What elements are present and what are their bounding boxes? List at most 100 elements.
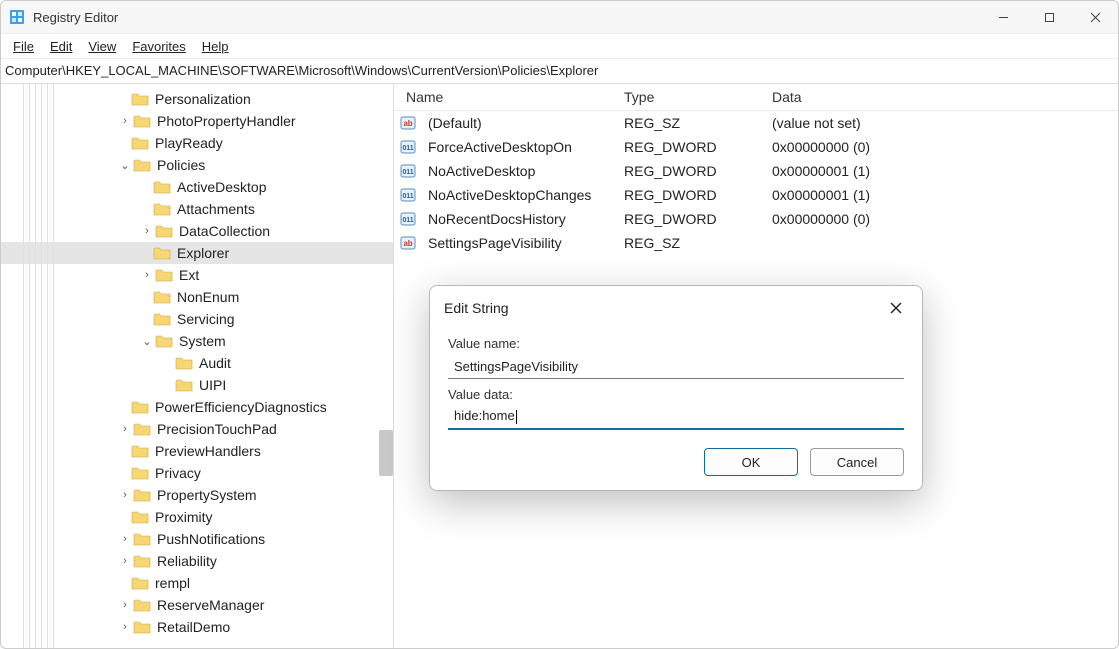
tree-item[interactable]: ⌄System: [1, 330, 393, 352]
text-caret: [516, 410, 517, 424]
value-row[interactable]: ab(Default)REG_SZ(value not set): [394, 111, 1118, 135]
column-header-type[interactable]: Type: [618, 89, 766, 105]
tree-item-label: Ext: [179, 267, 199, 283]
dialog-close-button[interactable]: [884, 296, 908, 320]
tree-item[interactable]: Privacy: [1, 462, 393, 484]
tree-item[interactable]: Audit: [1, 352, 393, 374]
registry-tree: Personalization›PhotoPropertyHandler Play…: [1, 84, 393, 648]
value-row[interactable]: 011NoRecentDocsHistoryREG_DWORD0x0000000…: [394, 207, 1118, 231]
tree-item[interactable]: Servicing: [1, 308, 393, 330]
ok-button[interactable]: OK: [704, 448, 798, 476]
tree-item[interactable]: ›ReserveManager: [1, 594, 393, 616]
tree-item[interactable]: Proximity: [1, 506, 393, 528]
tree-indent-line: [29, 84, 30, 648]
menu-file-label: File: [13, 39, 34, 54]
chevron-right-icon[interactable]: ›: [139, 267, 155, 283]
tree-item[interactable]: UIPI: [1, 374, 393, 396]
maximize-button[interactable]: [1026, 1, 1072, 33]
menu-help-label: Help: [202, 39, 229, 54]
value-name: SettingsPageVisibility: [422, 235, 618, 251]
menu-view-label: View: [88, 39, 116, 54]
tree-indent-line: [47, 84, 48, 648]
tree-item-label: ActiveDesktop: [177, 179, 266, 195]
tree-item[interactable]: Attachments: [1, 198, 393, 220]
chevron-right-icon[interactable]: ›: [117, 619, 133, 635]
tree-item[interactable]: NonEnum: [1, 286, 393, 308]
tree-pane[interactable]: Personalization›PhotoPropertyHandler Play…: [1, 84, 394, 648]
tree-item-label: DataCollection: [179, 223, 270, 239]
menu-favorites[interactable]: Favorites: [124, 37, 193, 56]
minimize-button[interactable]: [980, 1, 1026, 33]
tree-scrollbar-thumb[interactable]: [379, 430, 393, 476]
value-data: 0x00000000 (0): [766, 211, 1118, 227]
value-name-field[interactable]: [448, 355, 904, 379]
folder-icon: [153, 290, 171, 304]
tree-item-label: Attachments: [177, 201, 255, 217]
chevron-right-icon[interactable]: ›: [117, 421, 133, 437]
chevron-right-icon[interactable]: ›: [117, 113, 133, 129]
value-row[interactable]: 011ForceActiveDesktopOnREG_DWORD0x000000…: [394, 135, 1118, 159]
tree-item[interactable]: PowerEfficiencyDiagnostics: [1, 396, 393, 418]
chevron-right-icon[interactable]: ›: [117, 487, 133, 503]
chevron-right-icon[interactable]: ›: [117, 553, 133, 569]
tree-item[interactable]: ›RetailDemo: [1, 616, 393, 638]
address-bar[interactable]: Computer\HKEY_LOCAL_MACHINE\SOFTWARE\Mic…: [1, 58, 1118, 84]
chevron-right-icon[interactable]: ›: [117, 597, 133, 613]
value-type: REG_SZ: [618, 235, 766, 251]
chevron-right-icon[interactable]: ›: [117, 531, 133, 547]
folder-icon: [155, 224, 173, 238]
tree-indent-line: [41, 84, 42, 648]
column-header-data[interactable]: Data: [766, 89, 1118, 105]
string-value-icon: ab: [400, 235, 416, 251]
value-row[interactable]: ab SettingsPageVisibilityREG_SZ: [394, 231, 1118, 255]
value-data-label: Value data:: [448, 387, 904, 402]
tree-item[interactable]: ›PrecisionTouchPad: [1, 418, 393, 440]
string-value-icon: ab: [400, 115, 416, 131]
value-type: REG_DWORD: [618, 211, 766, 227]
tree-item[interactable]: ActiveDesktop: [1, 176, 393, 198]
value-data-field[interactable]: hide:home: [448, 406, 904, 430]
folder-icon: [131, 576, 149, 590]
value-row[interactable]: 011NoActiveDesktopREG_DWORD0x00000001 (1…: [394, 159, 1118, 183]
tree-item[interactable]: PreviewHandlers: [1, 440, 393, 462]
close-button[interactable]: [1072, 1, 1118, 33]
menu-view[interactable]: View: [80, 37, 124, 56]
folder-icon: [131, 444, 149, 458]
value-name: ForceActiveDesktopOn: [422, 139, 618, 155]
tree-item[interactable]: › Ext: [1, 264, 393, 286]
tree-item-label: PushNotifications: [157, 531, 265, 547]
chevron-right-icon[interactable]: ›: [139, 223, 155, 239]
folder-icon: [131, 136, 149, 150]
dialog-titlebar: Edit String: [430, 286, 922, 320]
cancel-button[interactable]: Cancel: [810, 448, 904, 476]
tree-item[interactable]: ›PropertySystem: [1, 484, 393, 506]
tree-item[interactable]: › Reliability: [1, 550, 393, 572]
app-icon: [9, 9, 25, 25]
folder-icon: [153, 180, 171, 194]
binary-value-icon: 011: [400, 139, 416, 155]
chevron-down-icon[interactable]: ⌄: [139, 333, 155, 349]
tree-item[interactable]: ⌄Policies: [1, 154, 393, 176]
svg-text:011: 011: [402, 145, 413, 152]
value-name: NoRecentDocsHistory: [422, 211, 618, 227]
column-header-name[interactable]: Name: [400, 89, 618, 105]
values-list: ab(Default)REG_SZ(value not set) 011 Force…: [394, 111, 1118, 255]
folder-icon: [133, 554, 151, 568]
tree-item[interactable]: ›PhotoPropertyHandler: [1, 110, 393, 132]
tree-item-label: Reliability: [157, 553, 217, 569]
tree-item-label: PlayReady: [155, 135, 223, 151]
tree-item[interactable]: PlayReady: [1, 132, 393, 154]
chevron-down-icon[interactable]: ⌄: [117, 157, 133, 173]
menu-edit[interactable]: Edit: [42, 37, 80, 56]
menu-help[interactable]: Help: [194, 37, 237, 56]
window-title: Registry Editor: [33, 10, 118, 25]
folder-icon: [153, 202, 171, 216]
tree-item[interactable]: › PushNotifications: [1, 528, 393, 550]
menubar: File Edit View Favorites Help: [1, 33, 1118, 58]
tree-item[interactable]: › DataCollection: [1, 220, 393, 242]
tree-item[interactable]: rempl: [1, 572, 393, 594]
value-row[interactable]: 011NoActiveDesktopChangesREG_DWORD0x0000…: [394, 183, 1118, 207]
tree-item[interactable]: Personalization: [1, 88, 393, 110]
menu-file[interactable]: File: [5, 37, 42, 56]
tree-item[interactable]: Explorer: [1, 242, 393, 264]
